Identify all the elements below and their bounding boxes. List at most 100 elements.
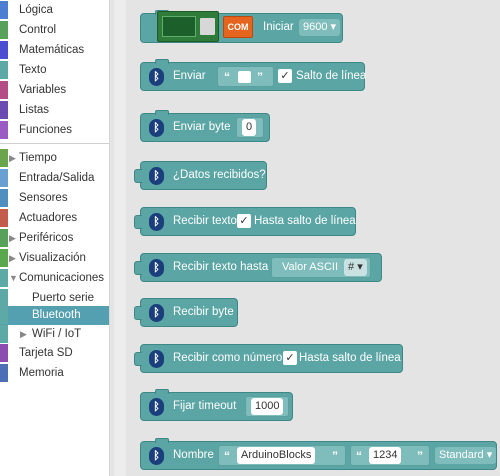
flyout-edge bbox=[114, 0, 126, 476]
category-control[interactable]: Control bbox=[0, 21, 109, 40]
byte-value-field[interactable]: 0 bbox=[242, 119, 257, 136]
bluetooth-module-image bbox=[157, 11, 219, 42]
expand-arrow-icon[interactable]: ▶ bbox=[9, 249, 16, 268]
category-color-bar bbox=[0, 325, 8, 343]
category-matematicas[interactable]: Matemáticas bbox=[0, 41, 109, 60]
until-newline-checkbox[interactable]: ✓ bbox=[237, 214, 251, 228]
category-entrada-salida[interactable]: Entrada/Salida bbox=[0, 169, 109, 188]
category-actuadores[interactable]: Actuadores bbox=[0, 209, 109, 228]
category-sensores[interactable]: Sensores bbox=[0, 189, 109, 208]
pin-text-block[interactable]: “ 1234 ” bbox=[350, 445, 430, 466]
category-bluetooth[interactable]: Bluetooth bbox=[0, 306, 109, 325]
bluetooth-icon: ᛒ bbox=[149, 447, 164, 465]
category-memoria[interactable]: Memoria bbox=[0, 364, 109, 383]
mode-dropdown[interactable]: Standard ▾ bbox=[435, 447, 497, 464]
block-label: Enviar byte bbox=[173, 121, 231, 133]
expand-arrow-icon[interactable]: ▶ bbox=[9, 229, 16, 248]
block-connector bbox=[155, 59, 169, 64]
block-label: ¿Datos recibidos? bbox=[173, 169, 266, 181]
baud-rate-dropdown[interactable]: 9600 ▾ bbox=[299, 19, 341, 36]
checkbox-label: Hasta salto de línea bbox=[254, 215, 356, 227]
bluetooth-icon: ᛒ bbox=[149, 304, 164, 322]
name-text-block[interactable]: “ ArduinoBlocks ” bbox=[218, 445, 346, 466]
category-color-bar bbox=[0, 149, 8, 167]
category-tiempo[interactable]: ▶ Tiempo bbox=[0, 149, 109, 168]
block-label: Enviar bbox=[173, 70, 206, 82]
toolbox: Lógica Control Matemáticas Texto Variabl… bbox=[0, 0, 110, 476]
workspace[interactable]: COM Iniciar 9600 ▾ ᛒ Enviar “ ” ✓ Salto … bbox=[110, 0, 500, 476]
category-perifericos[interactable]: ▶ Periféricos bbox=[0, 229, 109, 248]
category-listas[interactable]: Listas bbox=[0, 101, 109, 120]
block-bluetooth-init[interactable]: COM Iniciar 9600 ▾ bbox=[140, 10, 343, 43]
output-connector bbox=[134, 261, 142, 275]
category-logica[interactable]: Lógica bbox=[0, 1, 109, 20]
bluetooth-icon: ᛒ bbox=[149, 350, 164, 368]
expand-arrow-icon[interactable]: ▶ bbox=[9, 149, 16, 168]
close-quote-icon: ” bbox=[417, 449, 423, 463]
ascii-mode-label: Valor ASCII bbox=[282, 261, 339, 273]
block-bluetooth-receive-byte[interactable]: ᛒ Recibir byte bbox=[134, 298, 238, 327]
block-label: Recibir byte bbox=[173, 306, 234, 318]
number-input-block[interactable]: 1000 bbox=[245, 396, 289, 417]
number-input-block[interactable]: 0 bbox=[236, 117, 264, 138]
block-bluetooth-set-timeout[interactable]: ᛒ Fijar timeout 1000 bbox=[140, 389, 293, 421]
block-bluetooth-send-byte[interactable]: ᛒ Enviar byte 0 bbox=[140, 110, 270, 142]
block-bluetooth-receive-text-until[interactable]: ᛒ Recibir texto hasta Valor ASCII # ▾ bbox=[134, 253, 382, 282]
newline-checkbox[interactable]: ✓ bbox=[278, 69, 292, 83]
pin-field[interactable]: 1234 bbox=[369, 447, 402, 464]
char-value: # bbox=[348, 261, 355, 273]
block-connector bbox=[155, 438, 169, 443]
category-color-bar bbox=[0, 1, 8, 19]
block-bluetooth-name[interactable]: ᛒ Nombre “ ArduinoBlocks ” “ 1234 ” Stan… bbox=[140, 438, 497, 470]
module-pins bbox=[200, 18, 215, 35]
dropdown-arrow-icon: ▾ bbox=[330, 21, 337, 33]
bluetooth-icon: ᛒ bbox=[149, 213, 164, 231]
checkbox-label: Salto de línea bbox=[296, 70, 367, 82]
category-wifi-iot[interactable]: ▶ WiFi / IoT bbox=[0, 325, 109, 344]
category-color-bar bbox=[0, 229, 8, 247]
device-name-field[interactable]: ArduinoBlocks bbox=[237, 447, 316, 464]
category-texto[interactable]: Texto bbox=[0, 61, 109, 80]
category-color-bar bbox=[0, 249, 8, 267]
block-bluetooth-receive-text[interactable]: ᛒ Recibir texto ✓ Hasta salto de línea bbox=[134, 207, 356, 236]
bluetooth-icon: ᛒ bbox=[149, 167, 164, 185]
category-color-bar bbox=[0, 101, 8, 119]
char-dropdown[interactable]: # ▾ bbox=[344, 259, 367, 276]
category-color-bar bbox=[0, 364, 8, 382]
category-variables[interactable]: Variables bbox=[0, 81, 109, 100]
output-connector bbox=[134, 352, 142, 366]
checkbox-label: Hasta salto de línea bbox=[299, 352, 401, 364]
dropdown-arrow-icon: ▾ bbox=[486, 449, 493, 461]
block-label: Fijar timeout bbox=[173, 400, 237, 412]
category-color-bar bbox=[0, 344, 8, 362]
toolbox-separator bbox=[0, 143, 109, 144]
com-port-icon: COM bbox=[223, 16, 253, 38]
open-quote-icon: “ bbox=[224, 70, 230, 84]
baud-rate-value: 9600 bbox=[303, 21, 328, 33]
collapse-arrow-icon[interactable]: ▼ bbox=[9, 269, 18, 288]
block-label: Nombre bbox=[173, 449, 214, 461]
until-newline-checkbox[interactable]: ✓ bbox=[283, 351, 297, 365]
timeout-value-field[interactable]: 1000 bbox=[251, 398, 284, 415]
category-visualizacion[interactable]: ▶ Visualización bbox=[0, 249, 109, 268]
category-color-bar bbox=[0, 189, 8, 207]
bluetooth-icon: ᛒ bbox=[149, 119, 164, 137]
category-color-bar bbox=[0, 289, 8, 307]
ascii-value-block[interactable]: Valor ASCII # ▾ bbox=[271, 257, 371, 278]
category-funciones[interactable]: Funciones bbox=[0, 121, 109, 140]
category-tarjeta-sd[interactable]: Tarjeta SD bbox=[0, 344, 109, 363]
category-color-bar bbox=[0, 306, 8, 324]
category-comunicaciones[interactable]: ▼ Comunicaciones bbox=[0, 269, 109, 288]
close-quote-icon: ” bbox=[257, 70, 263, 84]
empty-text-field[interactable] bbox=[238, 71, 251, 83]
expand-arrow-icon[interactable]: ▶ bbox=[20, 325, 27, 344]
text-input-block[interactable]: “ ” bbox=[217, 66, 274, 87]
block-bluetooth-send[interactable]: ᛒ Enviar “ ” ✓ Salto de línea bbox=[140, 59, 367, 91]
category-color-bar bbox=[0, 41, 8, 59]
block-bluetooth-receive-number[interactable]: ᛒ Recibir como número ✓ Hasta salto de l… bbox=[134, 344, 403, 373]
output-connector bbox=[134, 306, 142, 320]
block-label: Recibir texto bbox=[173, 215, 237, 227]
category-color-bar bbox=[0, 21, 8, 39]
mode-value: Standard bbox=[439, 449, 484, 461]
block-bluetooth-data-received[interactable]: ᛒ ¿Datos recibidos? bbox=[134, 161, 267, 190]
